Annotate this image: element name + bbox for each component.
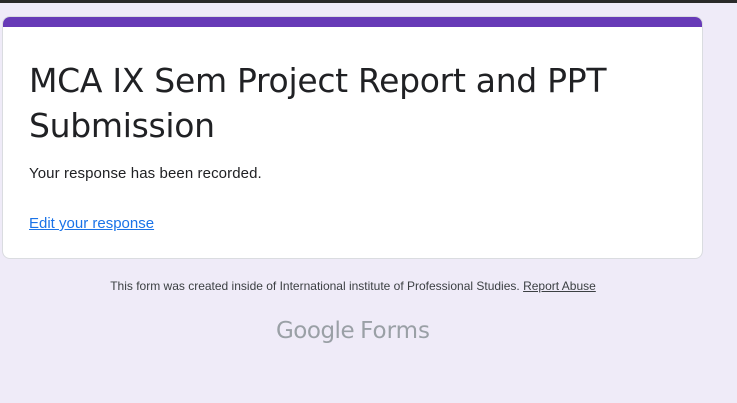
confirmation-message: Your response has been recorded. [29, 165, 262, 182]
confirmation-card: MCA IX Sem Project Report and PPT Submis… [2, 16, 703, 259]
report-abuse-link[interactable]: Report Abuse [523, 279, 596, 293]
forms-wordmark: Forms [360, 318, 431, 344]
google-forms-logo[interactable]: Google Forms [0, 314, 706, 348]
card-accent-bar [3, 17, 702, 27]
google-wordmark: Google [275, 318, 355, 344]
edit-response-link[interactable]: Edit your response [29, 214, 154, 234]
form-title: MCA IX Sem Project Report and PPT Submis… [29, 61, 607, 145]
footer-note: This form was created inside of Internat… [0, 278, 706, 294]
footer-created-inside-text: This form was created inside of Internat… [110, 279, 520, 293]
browser-top-strip [0, 0, 737, 3]
